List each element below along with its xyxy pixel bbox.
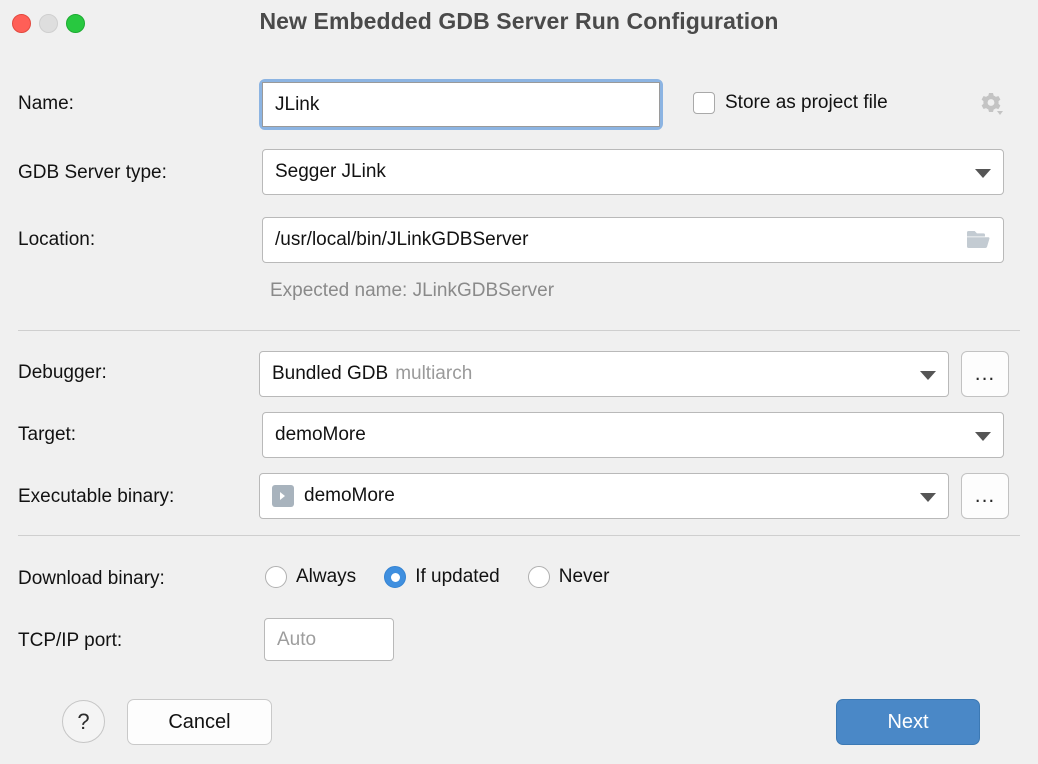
chevron-down-icon xyxy=(920,371,936,380)
download-binary-radio-group[interactable]: Always If updated Never xyxy=(265,566,637,588)
tcp-ip-port-input[interactable]: Auto xyxy=(264,618,394,661)
cancel-button[interactable]: Cancel xyxy=(127,699,272,745)
chevron-down-icon xyxy=(975,432,991,441)
debugger-value: Bundled GDB xyxy=(272,363,388,385)
window-title: New Embedded GDB Server Run Configuratio… xyxy=(0,8,1038,35)
name-label: Name: xyxy=(18,93,74,115)
gdb-server-type-combo[interactable]: Segger JLink xyxy=(262,149,1004,195)
target-combo[interactable]: demoMore xyxy=(262,412,1004,458)
radio-if-updated-label: If updated xyxy=(415,566,500,588)
debugger-browse-button[interactable]: ... xyxy=(961,351,1009,397)
download-binary-label: Download binary: xyxy=(18,568,165,590)
help-button[interactable]: ? xyxy=(62,700,105,743)
radio-never-label: Never xyxy=(559,566,610,588)
radio-option-if-updated[interactable]: If updated xyxy=(384,566,500,588)
debugger-combo[interactable]: Bundled GDB multiarch xyxy=(259,351,949,397)
executable-icon xyxy=(272,485,294,507)
radio-always-label: Always xyxy=(296,566,356,588)
target-label: Target: xyxy=(18,424,76,446)
store-as-project-file-checkbox[interactable] xyxy=(693,92,715,114)
executable-binary-value: demoMore xyxy=(304,485,395,507)
radio-if-updated-control[interactable] xyxy=(384,566,406,588)
debugger-value-suffix: multiarch xyxy=(395,363,472,385)
next-button[interactable]: Next xyxy=(836,699,980,745)
executable-binary-label: Executable binary: xyxy=(18,486,174,508)
gear-icon[interactable] xyxy=(975,90,1005,120)
tcp-ip-port-label: TCP/IP port: xyxy=(18,630,122,652)
location-value: /usr/local/bin/JLinkGDBServer xyxy=(275,229,528,251)
name-field-wrapper[interactable]: JLink xyxy=(259,79,663,130)
radio-option-always[interactable]: Always xyxy=(265,566,356,588)
radio-never-control[interactable] xyxy=(528,566,550,588)
debugger-label: Debugger: xyxy=(18,362,107,384)
name-input[interactable]: JLink xyxy=(262,82,660,127)
folder-icon[interactable] xyxy=(966,229,992,251)
location-input[interactable]: /usr/local/bin/JLinkGDBServer xyxy=(262,217,1004,263)
store-as-project-file-row[interactable]: Store as project file xyxy=(693,92,888,114)
target-value: demoMore xyxy=(275,424,366,446)
chevron-down-icon xyxy=(920,493,936,502)
executable-binary-browse-button[interactable]: ... xyxy=(961,473,1009,519)
store-as-project-file-label: Store as project file xyxy=(725,92,888,114)
radio-always-control[interactable] xyxy=(265,566,287,588)
executable-binary-combo[interactable]: demoMore xyxy=(259,473,949,519)
title-bar: New Embedded GDB Server Run Configuratio… xyxy=(0,0,1038,52)
radio-option-never[interactable]: Never xyxy=(528,566,610,588)
location-label: Location: xyxy=(18,229,95,251)
tcp-ip-port-placeholder: Auto xyxy=(277,629,316,651)
gdb-server-type-label: GDB Server type: xyxy=(18,162,167,184)
gdb-server-type-value: Segger JLink xyxy=(275,161,386,183)
section-divider-1 xyxy=(18,330,1020,331)
location-hint: Expected name: JLinkGDBServer xyxy=(270,280,554,302)
chevron-down-icon xyxy=(975,169,991,178)
section-divider-2 xyxy=(18,535,1020,536)
